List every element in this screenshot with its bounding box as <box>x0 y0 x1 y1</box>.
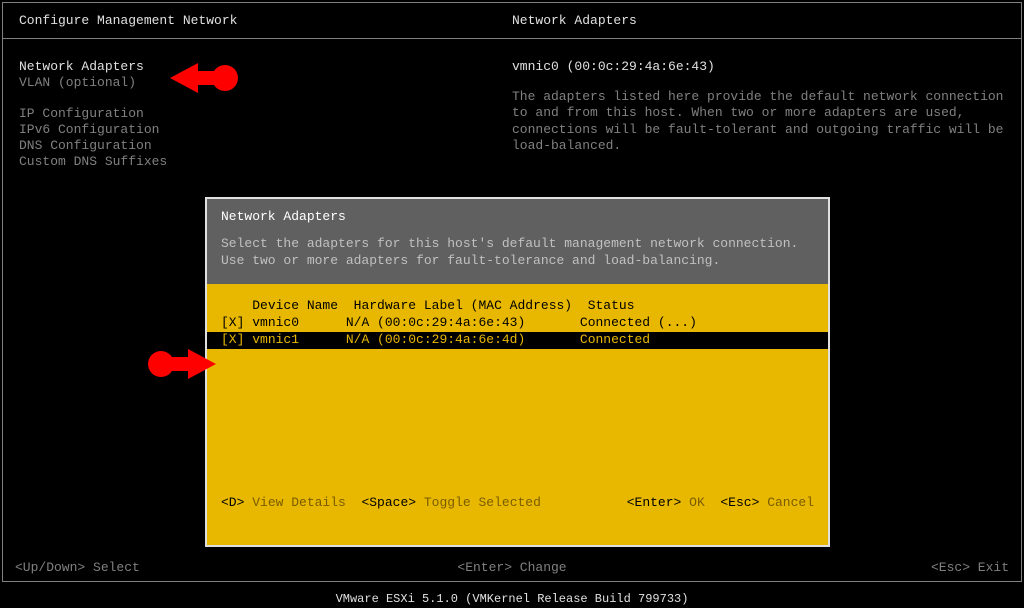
dialog-title: Network Adapters <box>221 209 814 224</box>
right-panel-title: vmnic0 (00:0c:29:4a:6e:43) <box>512 59 1005 74</box>
left-menu: Network Adapters VLAN (optional) IP Conf… <box>19 59 512 171</box>
right-panel-body: The adapters listed here provide the def… <box>512 89 1005 154</box>
menu-spacer <box>19 92 512 106</box>
dialog-description: Select the adapters for this host's defa… <box>221 236 814 270</box>
menu-dns-config[interactable]: DNS Configuration <box>19 138 512 154</box>
ok-button[interactable]: OK <box>689 495 705 510</box>
header: Configure Management Network Network Ada… <box>3 3 1021 39</box>
menu-ipv6-config[interactable]: IPv6 Configuration <box>19 122 512 138</box>
header-title-left: Configure Management Network <box>19 13 512 28</box>
adapter-hw: N/A (00:0c:29:4a:6e:43) <box>346 315 525 330</box>
version-bar: VMware ESXi 5.1.0 (VMKernel Release Buil… <box>0 592 1024 606</box>
dialog-header: Network Adapters Select the adapters for… <box>207 199 828 284</box>
col-status: Status <box>588 298 635 313</box>
dialog-footer: <D> View Details <Space> Toggle Selected… <box>221 495 814 510</box>
status-center: <Enter> Change <box>457 560 566 575</box>
dialog-body: Device Name Hardware Label (MAC Address)… <box>207 284 828 522</box>
col-device-name: Device Name <box>252 298 338 313</box>
menu-vlan[interactable]: VLAN (optional) <box>19 75 512 91</box>
menu-ip-config[interactable]: IP Configuration <box>19 106 512 122</box>
adapter-name: vmnic1 <box>252 332 299 347</box>
adapter-row[interactable]: [X] vmnic0 N/A (00:0c:29:4a:6e:43) Conne… <box>221 315 814 332</box>
status-right: <Esc> Exit <box>931 560 1009 575</box>
table-header: Device Name Hardware Label (MAC Address)… <box>221 298 814 313</box>
network-adapters-dialog: Network Adapters Select the adapters for… <box>205 197 830 547</box>
annotation-arrow-icon <box>146 344 216 384</box>
key-space: <Space> <box>361 495 416 510</box>
key-d: <D> <box>221 495 244 510</box>
adapter-status: Connected (...) <box>580 315 697 330</box>
header-title-right: Network Adapters <box>512 13 1005 28</box>
adapter-name: vmnic0 <box>252 315 299 330</box>
col-hw-label: Hardware Label (MAC Address) <box>354 298 572 313</box>
adapter-row[interactable]: [X] vmnic1 N/A (00:0c:29:4a:6e:4d) Conne… <box>207 332 828 349</box>
key-enter: <Enter> <box>627 495 682 510</box>
right-panel: vmnic0 (00:0c:29:4a:6e:43) The adapters … <box>512 59 1005 171</box>
checkbox-icon[interactable]: [X] <box>221 332 244 347</box>
menu-network-adapters[interactable]: Network Adapters <box>19 59 512 75</box>
adapter-status: Connected <box>580 332 650 347</box>
cancel-button[interactable]: Cancel <box>767 495 814 510</box>
key-esc: <Esc> <box>720 495 759 510</box>
adapter-hw: N/A (00:0c:29:4a:6e:4d) <box>346 332 525 347</box>
content-area: Network Adapters VLAN (optional) IP Conf… <box>3 39 1021 181</box>
menu-dns-suffixes[interactable]: Custom DNS Suffixes <box>19 154 512 170</box>
status-left: <Up/Down> Select <box>15 560 140 575</box>
action-view-details[interactable]: View Details <box>252 495 346 510</box>
status-bar: <Up/Down> Select <Enter> Change <Esc> Ex… <box>15 560 1009 575</box>
action-toggle-selected[interactable]: Toggle Selected <box>424 495 541 510</box>
checkbox-icon[interactable]: [X] <box>221 315 244 330</box>
annotation-arrow-icon <box>170 58 240 98</box>
